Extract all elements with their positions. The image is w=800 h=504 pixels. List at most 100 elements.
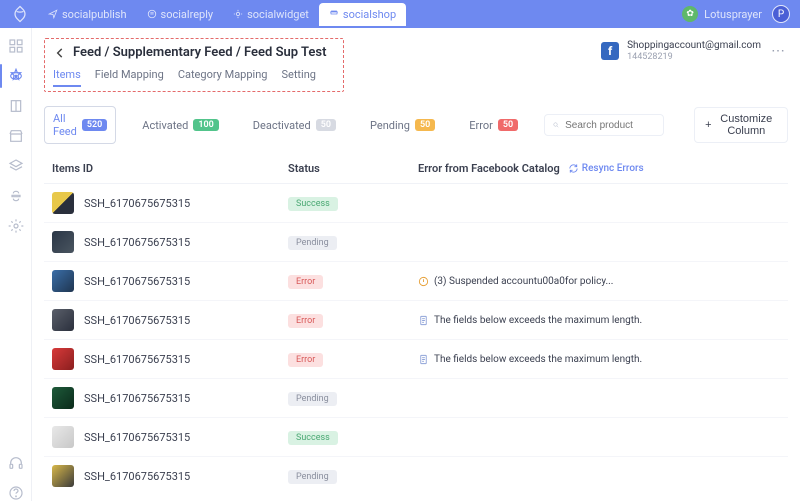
brand-logo-icon: ✿ <box>682 6 698 22</box>
item-thumbnail <box>52 309 74 331</box>
breadcrumb-text: Feed / Supplementary Feed / Feed Sup Tes… <box>73 45 326 60</box>
error-message: The fields below exceeds the maximum len… <box>418 315 642 326</box>
item-thumbnail <box>52 231 74 253</box>
top-navbar: socialpublish socialreply socialwidget s… <box>0 0 800 28</box>
table-row[interactable]: SSH_6170675675315 Success <box>44 184 788 223</box>
plus-icon: + <box>705 119 711 131</box>
col-items-id: Items ID <box>48 162 288 175</box>
sidebar-tag-icon[interactable] <box>8 68 24 84</box>
refresh-icon <box>568 163 579 174</box>
search-icon <box>553 119 559 131</box>
status-badge: Error <box>288 314 323 328</box>
sidebar-money-icon[interactable] <box>8 188 24 204</box>
tab-category-mapping[interactable]: Category Mapping <box>178 68 268 87</box>
filter-error[interactable]: Error 50 <box>461 114 526 137</box>
item-id-text: SSH_6170675675315 <box>84 275 190 288</box>
header-dashed-highlight: Feed / Supplementary Feed / Feed Sup Tes… <box>44 38 344 92</box>
app-logo-icon <box>10 4 30 24</box>
sidebar-book-icon[interactable] <box>8 98 24 114</box>
status-badge: Success <box>288 197 338 211</box>
table-row[interactable]: SSH_6170675675315 Error The fields below e… <box>44 340 788 379</box>
tab-items[interactable]: Items <box>53 68 81 87</box>
main-content: Feed / Supplementary Feed / Feed Sup Tes… <box>32 28 800 501</box>
account-id: 144528219 <box>627 52 761 63</box>
item-id-text: SSH_6170675675315 <box>84 431 190 444</box>
paper-plane-icon <box>48 9 58 19</box>
more-menu-icon[interactable]: ⋯ <box>771 43 786 59</box>
sidebar-dashboard-icon[interactable] <box>8 38 24 54</box>
back-chevron-icon[interactable] <box>53 46 67 60</box>
document-icon <box>418 354 429 365</box>
widget-icon <box>233 9 243 19</box>
tab-field-mapping[interactable]: Field Mapping <box>95 68 164 87</box>
shop-icon <box>329 9 339 19</box>
sidebar-headset-icon[interactable] <box>8 455 24 471</box>
status-badge: Success <box>288 431 338 445</box>
breadcrumb: Feed / Supplementary Feed / Feed Sup Tes… <box>53 45 335 60</box>
account-block: f Shoppingaccount@gmail.com 144528219 ⋯ <box>601 40 786 63</box>
table-row[interactable]: SSH_6170675675315 Pending <box>44 223 788 262</box>
nav-tab-socialpublish[interactable]: socialpublish <box>38 3 137 26</box>
filter-activated[interactable]: Activated 100 <box>134 114 227 137</box>
item-id-text: SSH_6170675675315 <box>84 470 190 483</box>
table-row[interactable]: SSH_6170675675315 Success <box>44 418 788 457</box>
customize-column-button[interactable]: + Customize Column <box>694 107 788 143</box>
col-error: Error from Facebook Catalog Resync Error… <box>418 162 784 175</box>
user-avatar[interactable]: P <box>772 5 790 23</box>
nav-tab-socialshop[interactable]: socialshop <box>319 3 406 26</box>
brand-label[interactable]: ✿ Lotusprayer <box>682 6 762 22</box>
filter-pending-count: 50 <box>415 119 435 131</box>
sidebar-layers-icon[interactable] <box>8 158 24 174</box>
left-sidebar <box>0 28 32 501</box>
status-badge: Pending <box>288 236 337 250</box>
filter-bar: All Feed 520 Activated 100 Deactivated 5… <box>44 106 788 144</box>
table-row[interactable]: SSH_6170675675315 Pending <box>44 379 788 418</box>
page-tabs: Items Field Mapping Category Mapping Set… <box>53 68 335 87</box>
nav-tab-label: socialshop <box>343 8 396 21</box>
sidebar-settings-icon[interactable] <box>8 218 24 234</box>
filter-all-feed[interactable]: All Feed 520 <box>44 106 116 144</box>
document-icon <box>418 315 429 326</box>
status-badge: Pending <box>288 392 337 406</box>
nav-tab-label: socialwidget <box>247 8 309 21</box>
filter-deactivated[interactable]: Deactivated 50 <box>245 114 344 137</box>
sidebar-help-icon[interactable] <box>8 485 24 501</box>
table-row[interactable]: SSH_6170675675315 Error (3) Suspended acco… <box>44 262 788 301</box>
status-badge: Error <box>288 275 323 289</box>
top-nav-tabs: socialpublish socialreply socialwidget s… <box>38 3 406 26</box>
item-id-text: SSH_6170675675315 <box>84 197 190 210</box>
search-box[interactable] <box>544 114 664 136</box>
item-id-text: SSH_6170675675315 <box>84 392 190 405</box>
table-row[interactable]: SSH_6170675675315 Pending <box>44 457 788 494</box>
error-message: (3) Suspended accountu00a0for policy... <box>418 276 613 287</box>
table-header: Items ID Status Error from Facebook Cata… <box>44 154 788 184</box>
item-thumbnail <box>52 192 74 214</box>
status-badge: Pending <box>288 470 337 484</box>
search-input[interactable] <box>565 120 655 131</box>
tab-setting[interactable]: Setting <box>281 68 316 87</box>
col-status: Status <box>288 162 418 175</box>
item-id-text: SSH_6170675675315 <box>84 236 190 249</box>
items-table: Items ID Status Error from Facebook Cata… <box>44 154 788 494</box>
account-email: Shoppingaccount@gmail.com <box>627 40 761 52</box>
filter-deactivated-count: 50 <box>316 119 336 131</box>
item-thumbnail <box>52 387 74 409</box>
table-body: SSH_6170675675315SuccessSSH_617067567531… <box>44 184 788 494</box>
filter-activated-count: 100 <box>193 119 218 131</box>
item-thumbnail <box>52 426 74 448</box>
nav-tab-socialreply[interactable]: socialreply <box>137 3 224 26</box>
resync-errors-link[interactable]: Resync Errors <box>568 163 644 174</box>
facebook-icon: f <box>601 42 619 60</box>
nav-tab-socialwidget[interactable]: socialwidget <box>223 3 319 26</box>
chat-icon <box>147 9 157 19</box>
filter-error-count: 50 <box>498 119 518 131</box>
item-id-text: SSH_6170675675315 <box>84 314 190 327</box>
item-id-text: SSH_6170675675315 <box>84 353 190 366</box>
sidebar-store-icon[interactable] <box>8 128 24 144</box>
filter-all-count: 520 <box>82 119 107 131</box>
nav-tab-label: socialpublish <box>62 8 127 21</box>
table-row[interactable]: SSH_6170675675315 Error The fields below e… <box>44 301 788 340</box>
error-message: The fields below exceeds the maximum len… <box>418 354 642 365</box>
status-badge: Error <box>288 353 323 367</box>
filter-pending[interactable]: Pending 50 <box>362 114 443 137</box>
